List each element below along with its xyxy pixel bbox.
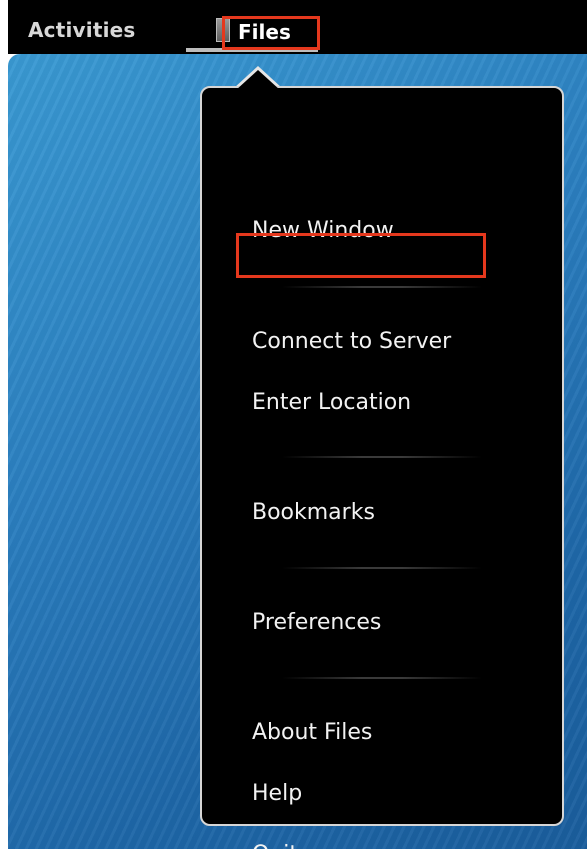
menu-item-help[interactable]: Help bbox=[252, 779, 302, 809]
screen: Activities Files New Window Connect to S… bbox=[0, 0, 587, 849]
menu-item-quit[interactable]: Quit bbox=[252, 840, 298, 849]
menu-separator bbox=[282, 677, 482, 679]
menu-item-bookmarks[interactable]: Bookmarks bbox=[252, 498, 375, 528]
app-menu-popup: New Window Connect to Server Enter Locat… bbox=[200, 86, 564, 849]
connect-to-server-highlight bbox=[236, 233, 486, 278]
menu-separator bbox=[282, 456, 482, 458]
menu-item-preferences[interactable]: Preferences bbox=[252, 608, 381, 638]
activities-button[interactable]: Activities bbox=[28, 18, 136, 42]
menu-item-about-files[interactable]: About Files bbox=[252, 718, 372, 748]
app-menu-highlight bbox=[222, 16, 320, 50]
menu-separator bbox=[282, 567, 482, 569]
menu-separator bbox=[282, 286, 482, 288]
menu-item-enter-location[interactable]: Enter Location bbox=[252, 388, 411, 418]
menu-item-connect-to-server[interactable]: Connect to Server bbox=[252, 327, 451, 357]
menu-pointer bbox=[236, 70, 280, 90]
